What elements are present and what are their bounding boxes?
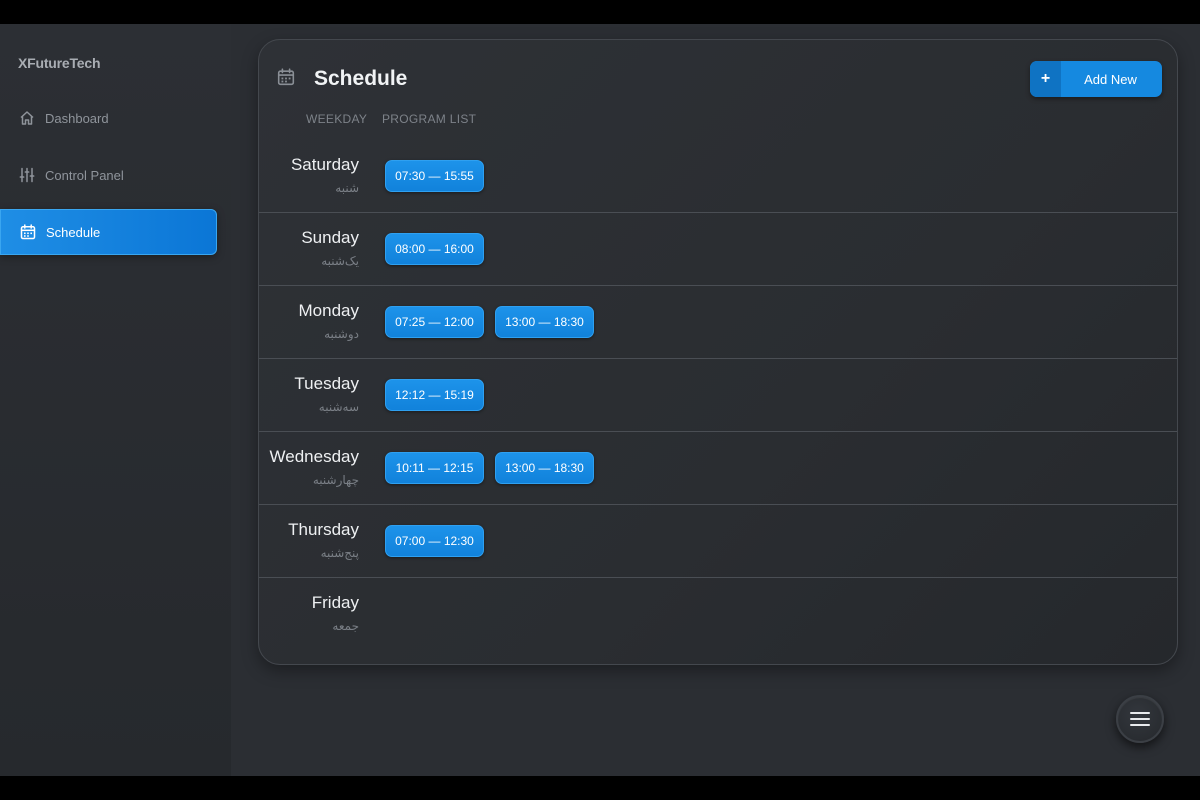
weekday-name-persian: یک‌شنبه — [321, 254, 359, 268]
program-list: 12:12 — 15:19 — [385, 379, 484, 411]
program-chip[interactable]: 13:00 — 18:30 — [495, 306, 594, 338]
program-list: 08:00 — 16:00 — [385, 233, 484, 265]
column-header-weekday: WEEKDAY — [306, 112, 368, 126]
weekday-name-persian: پنج‌شنبه — [320, 546, 359, 560]
weekday-name: Sunday — [301, 228, 359, 247]
weekday-cell: Tuesday سه‌شنبه — [294, 374, 359, 414]
sliders-icon — [18, 166, 36, 184]
weekday-name-persian: جمعه — [332, 619, 359, 633]
weekday-name-persian: دوشنبه — [324, 327, 359, 341]
column-header-program-list: PROGRAM LIST — [382, 112, 477, 126]
weekday-name-persian: شنبه — [335, 181, 359, 195]
weekday-cell: Wednesday چهارشنبه — [270, 447, 359, 487]
add-new-button[interactable]: + Add New — [1030, 61, 1162, 97]
weekday-name-persian: چهارشنبه — [312, 473, 359, 487]
plus-icon: + — [1030, 61, 1061, 97]
weekday-name-persian: سه‌شنبه — [318, 400, 359, 414]
weekday-cell: Sunday یک‌شنبه — [301, 228, 359, 268]
program-chip[interactable]: 07:00 — 12:30 — [385, 525, 484, 557]
brand-logo-text: XFutureTech — [18, 55, 101, 71]
schedule-card: Schedule + Add New WEEKDAY PROGRAM LIST … — [258, 39, 1178, 665]
program-chip[interactable]: 10:11 — 12:15 — [385, 452, 484, 484]
program-chip[interactable]: 12:12 — 15:19 — [385, 379, 484, 411]
home-icon — [18, 109, 36, 127]
schedule-row: Monday دوشنبه 07:25 — 12:00 13:00 — 18:30 — [259, 286, 1177, 359]
schedule-rows: Saturday شنبه 07:30 — 15:55 Sunday یک‌شنبه 08… — [259, 140, 1177, 651]
schedule-row: Sunday یک‌شنبه 08:00 — 16:00 — [259, 213, 1177, 286]
weekday-cell: Friday جمعه — [312, 593, 359, 633]
app-screen: XFutureTech Dashboard Control Panel Sche… — [0, 24, 1200, 776]
menu-button[interactable] — [1116, 695, 1164, 743]
schedule-row: Wednesday چهارشنبه 10:11 — 12:15 13:00 — 18… — [259, 432, 1177, 505]
program-list: 07:00 — 12:30 — [385, 525, 484, 557]
weekday-cell: Saturday شنبه — [291, 155, 359, 195]
weekday-name: Monday — [298, 301, 359, 320]
weekday-cell: Thursday پنج‌شنبه — [288, 520, 359, 560]
program-chip[interactable]: 07:25 — 12:00 — [385, 306, 484, 338]
sidebar-item-control-panel[interactable]: Control Panel — [0, 152, 217, 198]
sidebar: XFutureTech Dashboard Control Panel Sche… — [0, 24, 231, 776]
weekday-name: Wednesday — [269, 447, 359, 466]
program-list: 07:25 — 12:00 13:00 — 18:30 — [385, 306, 594, 338]
schedule-row: Saturday شنبه 07:30 — 15:55 — [259, 140, 1177, 213]
schedule-row: Friday جمعه — [259, 578, 1177, 651]
weekday-name: Thursday — [288, 520, 359, 539]
page-title: Schedule — [314, 67, 408, 90]
program-chip[interactable]: 08:00 — 16:00 — [385, 233, 484, 265]
schedule-row: Thursday پنج‌شنبه 07:00 — 12:30 — [259, 505, 1177, 578]
sidebar-item-dashboard[interactable]: Dashboard — [0, 95, 217, 141]
program-list: 07:30 — 15:55 — [385, 160, 484, 192]
program-chip[interactable]: 13:00 — 18:30 — [495, 452, 594, 484]
calendar-icon — [277, 68, 295, 86]
sidebar-item-schedule[interactable]: Schedule — [0, 209, 217, 255]
program-list: 10:11 — 12:15 13:00 — 18:30 — [385, 452, 594, 484]
sidebar-item-label: Schedule — [46, 224, 101, 240]
weekday-cell: Monday دوشنبه — [299, 301, 359, 341]
calendar-icon — [19, 223, 37, 241]
weekday-name: Saturday — [290, 155, 359, 174]
weekday-name: Friday — [311, 593, 359, 612]
program-chip[interactable]: 07:30 — 15:55 — [385, 160, 484, 192]
menu-icon — [1130, 712, 1150, 726]
add-new-label: Add New — [1084, 71, 1137, 87]
schedule-row: Tuesday سه‌شنبه 12:12 — 15:19 — [259, 359, 1177, 432]
sidebar-item-label: Control Panel — [45, 167, 124, 183]
weekday-name: Tuesday — [294, 374, 359, 393]
sidebar-item-label: Dashboard — [45, 110, 109, 126]
